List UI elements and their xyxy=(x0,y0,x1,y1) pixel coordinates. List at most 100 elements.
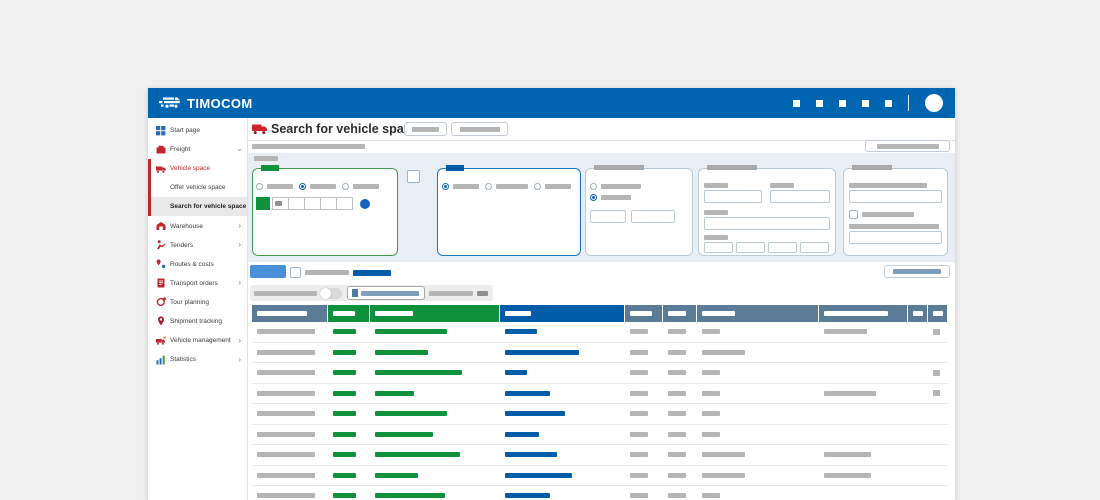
field-label-placeholder xyxy=(704,235,728,240)
sidebar-item-shipment-tracking[interactable]: Shipment tracking xyxy=(148,312,247,331)
sidebar-item-label: Offer vehicle space xyxy=(170,184,226,191)
table-header-cell-c5[interactable] xyxy=(625,305,663,322)
table-row[interactable] xyxy=(252,445,948,466)
table-cell-c5 xyxy=(625,404,663,424)
sort-icon xyxy=(352,289,358,297)
property-input-wide[interactable] xyxy=(704,217,830,230)
table-cell-c8 xyxy=(819,466,908,486)
radio-option-2[interactable] xyxy=(485,183,492,190)
table-row[interactable] xyxy=(252,363,948,384)
sidebar-item-search-for-vehicle-space[interactable]: Search for vehicle space xyxy=(148,197,247,216)
radio-option-1[interactable] xyxy=(590,183,597,190)
table-header-cell-c3[interactable] xyxy=(370,305,500,322)
table-header-cell-c8[interactable] xyxy=(819,305,908,322)
add-location-dot-button[interactable] xyxy=(360,199,370,209)
cell-value-placeholder xyxy=(505,432,539,437)
table-header-cell-c10[interactable] xyxy=(928,305,948,322)
cell-value-placeholder xyxy=(333,370,356,375)
options-input-1[interactable] xyxy=(849,190,942,203)
sidebar-item-warehouse[interactable]: Warehouse› xyxy=(148,216,247,235)
date-input[interactable] xyxy=(590,210,626,223)
table-row[interactable] xyxy=(252,404,948,425)
sidebar-item-statistics[interactable]: Statistics› xyxy=(148,350,247,369)
table-cell-c1 xyxy=(252,404,328,424)
table-cell-c6 xyxy=(663,363,697,383)
sidebar-item-vehicle-management[interactable]: Vehicle management› xyxy=(148,331,247,350)
radio-option-1[interactable] xyxy=(256,183,263,190)
plate-input-cell[interactable] xyxy=(336,197,353,210)
options-input-2[interactable] xyxy=(849,231,942,244)
property-input-1[interactable] xyxy=(704,190,762,203)
table-cell-c9 xyxy=(908,363,928,383)
table-cell-c10 xyxy=(928,384,948,404)
table-cell-c3 xyxy=(370,486,500,500)
radio-option-3[interactable] xyxy=(534,183,541,190)
dropdown-value-placeholder xyxy=(361,291,419,296)
cell-value-placeholder xyxy=(702,411,720,416)
small-input-1[interactable] xyxy=(704,242,733,253)
table-header-cell-c1[interactable] xyxy=(252,305,328,322)
sidebar-item-tour-planning[interactable]: Tour planning xyxy=(148,293,247,312)
table-row[interactable] xyxy=(252,486,948,500)
radio-option-3[interactable] xyxy=(342,183,349,190)
header-action-button-1[interactable] xyxy=(404,122,447,136)
table-row[interactable] xyxy=(252,343,948,364)
topbar-menu-square-icon[interactable] xyxy=(862,100,869,107)
reset-link-placeholder[interactable] xyxy=(353,270,391,276)
table-header-cell-c7[interactable] xyxy=(697,305,819,322)
auto-refresh-toggle[interactable] xyxy=(320,288,342,299)
country-flag-tile[interactable] xyxy=(256,197,270,210)
topbar-menu-square-icon[interactable] xyxy=(793,100,800,107)
button-label-placeholder xyxy=(877,144,939,149)
results-toolbar xyxy=(248,285,955,303)
time-input[interactable] xyxy=(631,210,675,223)
plate-input-cell[interactable] xyxy=(288,197,305,210)
results-table xyxy=(252,305,948,500)
cell-value-placeholder xyxy=(702,452,745,457)
plate-input-cell[interactable] xyxy=(304,197,321,210)
search-button[interactable] xyxy=(250,265,286,278)
table-header-cell-c6[interactable] xyxy=(663,305,697,322)
top-right-button[interactable] xyxy=(865,140,950,152)
table-cell-c10 xyxy=(928,466,948,486)
small-input-3[interactable] xyxy=(768,242,797,253)
table-cell-c4 xyxy=(500,343,625,363)
sidebar-item-freight[interactable]: Freight› xyxy=(148,140,247,159)
table-cell-c2 xyxy=(328,445,370,465)
plate-input-cell[interactable] xyxy=(320,197,337,210)
sidebar-item-tenders[interactable]: Tenders› xyxy=(148,236,247,255)
options-checkbox[interactable] xyxy=(849,210,858,219)
topbar-menu-square-icon[interactable] xyxy=(839,100,846,107)
table-row[interactable] xyxy=(252,384,948,405)
table-header-cell-c4[interactable] xyxy=(500,305,625,322)
link-panels-checkbox[interactable] xyxy=(407,170,420,183)
topbar-menu-square-icon[interactable] xyxy=(816,100,823,107)
small-input-4[interactable] xyxy=(800,242,829,253)
property-input-2[interactable] xyxy=(770,190,830,203)
table-row[interactable] xyxy=(252,322,948,343)
table-header-cell-c2[interactable] xyxy=(328,305,370,322)
radio-label-placeholder xyxy=(601,184,641,189)
sidebar-item-transport-orders[interactable]: Transport orders› xyxy=(148,274,247,293)
radio-option-2-selected[interactable] xyxy=(590,194,597,201)
sidebar-item-offer-vehicle-space[interactable]: Offer vehicle space xyxy=(148,178,247,197)
save-search-checkbox[interactable] xyxy=(290,267,301,278)
sidebar-item-vehicle-space[interactable]: Vehicle space xyxy=(148,159,247,178)
topbar-menu-square-icon[interactable] xyxy=(885,100,892,107)
filter-panel-options xyxy=(843,168,948,256)
table-row[interactable] xyxy=(252,425,948,446)
plate-input-cell[interactable] xyxy=(272,197,289,210)
radio-option-1-selected[interactable] xyxy=(442,183,449,190)
small-input-2[interactable] xyxy=(736,242,765,253)
sort-dropdown[interactable] xyxy=(347,286,425,300)
secondary-action-button[interactable] xyxy=(884,265,950,278)
table-header-cell-c9[interactable] xyxy=(908,305,928,322)
sidebar-item-routes-costs[interactable]: Routes & costs xyxy=(148,255,247,274)
header-action-button-2[interactable] xyxy=(451,122,508,136)
radio-option-2-selected[interactable] xyxy=(299,183,306,190)
sidebar-item-label: Search for vehicle space xyxy=(170,203,246,210)
field-label-placeholder xyxy=(849,224,939,229)
sidebar-item-start-page[interactable]: Start page xyxy=(148,121,247,140)
table-row[interactable] xyxy=(252,466,948,487)
user-avatar[interactable] xyxy=(925,94,943,112)
